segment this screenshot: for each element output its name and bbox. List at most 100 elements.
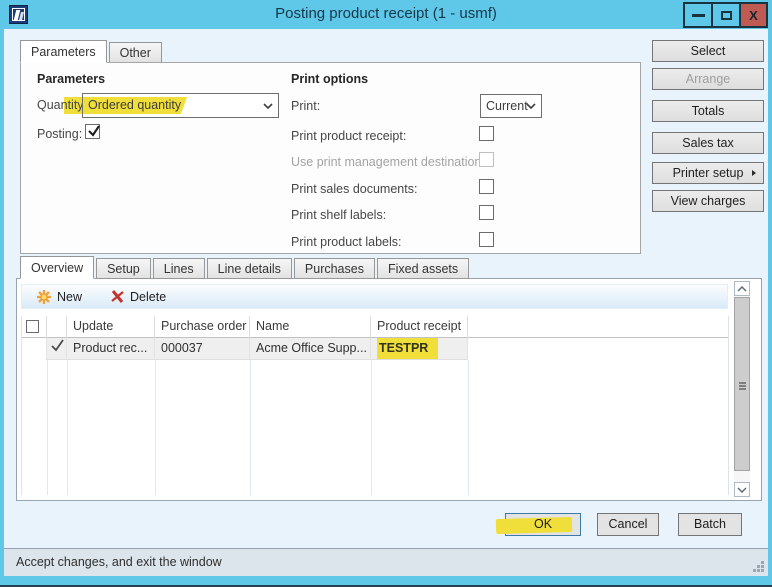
scroll-down-button[interactable] [734,482,750,497]
parameters-panel: Parameters Quantity: Ordered quantity Po… [20,62,641,254]
cell-product-receipt[interactable]: TESTPR [371,338,468,360]
grid-header-row: Update Purchase order Name Product recei… [21,316,728,338]
overview-tab-content: New Delete Update Purchase order [16,278,762,501]
cancel-button[interactable]: Cancel [597,513,659,536]
window-controls: X [685,2,768,28]
submenu-arrow-icon [752,170,756,176]
tab-parameters[interactable]: Parameters [20,40,107,63]
cancel-button-label: Cancel [609,517,648,531]
print-label: Print: [291,99,320,113]
totals-button[interactable]: Totals [652,100,764,122]
new-star-icon [36,289,52,305]
print-shelf-labels-checkbox[interactable] [479,205,494,220]
chevron-down-icon [526,103,536,109]
delete-x-icon [110,289,125,304]
chevron-down-icon [737,487,747,493]
print-value: Current [481,99,528,113]
print-product-receipt-checkbox[interactable] [479,126,494,141]
scrollbar-thumb[interactable] [734,297,750,471]
select-all-checkbox[interactable] [26,320,39,333]
grid-right-edge [728,316,729,495]
arrange-button: Arrange [652,68,764,90]
use-print-management-checkbox [479,152,494,167]
column-header-filler [468,316,728,338]
table-row[interactable]: Product rec... 000037 Acme Office Supp..… [21,338,728,360]
lower-tab-strip: OverviewSetupLinesLine detailsPurchasesF… [20,256,471,279]
printer-setup-label: Printer setup [673,166,744,180]
chevron-up-icon [737,286,747,292]
row-marker-header-cell [47,316,67,338]
maximize-icon [721,11,732,20]
quantity-dropdown[interactable]: Ordered quantity [82,93,279,118]
column-header-update[interactable]: Update [67,316,155,338]
status-text: Accept changes, and exit the window [16,555,222,569]
scrollbar-grip [739,382,746,384]
tab-overview[interactable]: Overview [20,256,94,279]
grid-column-separator [371,360,372,495]
print-dropdown[interactable]: Current [480,94,542,118]
delete-button-label: Delete [130,290,166,304]
cell-name[interactable]: Acme Office Supp... [250,338,371,360]
cell-update[interactable]: Product rec... [67,338,155,360]
window-title: Posting product receipt (1 - usmf) [120,0,652,29]
column-header-purchase-order[interactable]: Purchase order [155,316,250,338]
use-print-management-label: Use print management destination: [291,155,485,169]
delete-button[interactable]: Delete [110,289,166,304]
row-checkmark-icon [50,338,65,352]
column-header-product-receipt[interactable]: Product receipt [371,316,468,338]
status-bar: Accept changes, and exit the window [4,548,768,576]
tab-lines[interactable]: Lines [153,258,205,279]
check-icon [87,124,101,138]
scroll-up-button[interactable] [734,281,750,296]
tab-fixed-assets[interactable]: Fixed assets [377,258,469,279]
dynamics-ax-app-icon [9,5,28,24]
printer-setup-button[interactable]: Printer setup [652,162,764,184]
ok-button-label: OK [534,517,552,531]
batch-button[interactable]: Batch [678,513,742,536]
sales-tax-button[interactable]: Sales tax [652,132,764,154]
column-header-name[interactable]: Name [250,316,371,338]
tab-setup[interactable]: Setup [96,258,151,279]
posting-checkbox[interactable] [85,124,100,139]
grid-vertical-scrollbar[interactable] [734,281,750,497]
print-shelf-labels-label: Print shelf labels: [291,208,386,222]
print-options-heading: Print options [291,72,368,86]
tab-purchases[interactable]: Purchases [294,258,375,279]
grid-column-separator [47,360,48,495]
product-receipt-value: TESTPR [377,338,438,359]
cell-purchase-order[interactable]: 000037 [155,338,250,360]
new-button-label: New [57,290,82,304]
grid-column-separator [155,360,156,495]
tab-other[interactable]: Other [109,42,162,63]
minimize-icon [692,14,705,17]
client-area: ParametersOther Parameters Quantity: Ord… [4,29,768,576]
resize-grip[interactable] [761,569,764,572]
grid-left-edge [21,316,22,495]
view-charges-button[interactable]: View charges [652,190,764,212]
maximize-button[interactable] [711,2,741,28]
minimize-button[interactable] [683,2,713,28]
grid-column-separator [468,360,469,495]
select-all-header-cell [21,316,47,338]
upper-tab-strip: ParametersOther [20,40,164,63]
chevron-down-icon [263,103,273,109]
print-sales-documents-label: Print sales documents: [291,182,417,196]
grid-toolbar: New Delete [21,284,728,309]
tab-line-details[interactable]: Line details [207,258,292,279]
row-marker-cell [47,338,67,360]
select-button[interactable]: Select [652,40,764,62]
posting-product-receipt-window: Posting product receipt (1 - usmf) X Par… [0,0,772,587]
parameters-heading: Parameters [37,72,105,86]
title-bar[interactable]: Posting product receipt (1 - usmf) X [0,0,772,29]
new-button[interactable]: New [36,289,82,305]
close-icon: X [749,8,758,23]
grid-column-separator [250,360,251,495]
quantity-value: Ordered quantity [83,97,187,114]
grid-column-separator [67,360,68,495]
close-button[interactable]: X [739,2,768,28]
print-product-labels-checkbox[interactable] [479,232,494,247]
row-select-cell[interactable] [21,338,47,360]
batch-button-label: Batch [694,517,726,531]
print-sales-documents-checkbox[interactable] [479,179,494,194]
print-product-labels-label: Print product labels: [291,235,401,249]
